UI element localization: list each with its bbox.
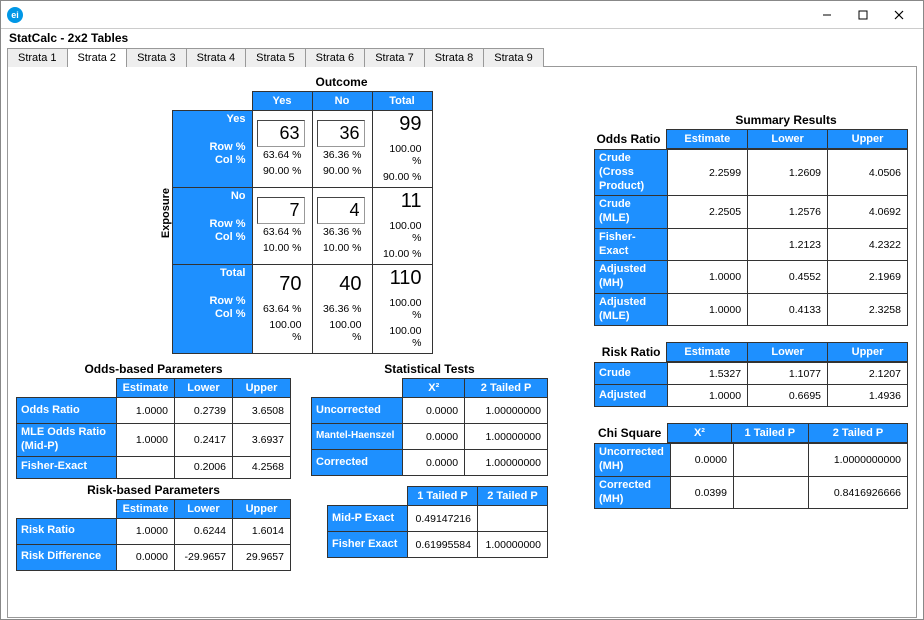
maximize-button[interactable] [845, 2, 881, 28]
row-header-no: No Row % Col % [172, 188, 252, 265]
page-title: StatCalc - 2x2 Tables [1, 29, 923, 47]
cell-no-no[interactable]: 4 [317, 197, 365, 224]
summary-risk-body: Crude 1.5327 1.1077 2.1207 Adjusted 1.00… [594, 362, 908, 407]
table-row: MLE Odds Ratio (Mid-P) 1.0000 0.2417 3.6… [17, 424, 291, 457]
summary-chi-body: Uncorrected (MH) 0.0000 1.0000000000 Cor… [594, 443, 908, 509]
risk-params-table: Estimate Lower Upper Risk Ratio 1.0000 0… [16, 499, 291, 571]
odds-params-table: Estimate Lower Upper Odds Ratio 1.0000 0… [16, 378, 291, 479]
tab-strata-1[interactable]: Strata 1 [7, 48, 68, 67]
table-row: Crude (MLE) 2.2505 1.2576 4.0692 [595, 196, 908, 229]
table-row: Adjusted 1.0000 0.6695 1.4936 [595, 385, 908, 407]
cell-total-yes: 70 [257, 273, 308, 301]
table-row: Mantel-Haenszel 0.0000 1.00000000 [312, 424, 548, 450]
minimize-icon [822, 10, 832, 20]
table-row: Crude (Cross Product) 2.2599 1.2609 4.05… [595, 150, 908, 196]
outcome-label: Outcome [252, 73, 432, 91]
close-button[interactable] [881, 2, 917, 28]
cell-total-no: 40 [317, 273, 368, 301]
table-row: Corrected (MH) 0.0399 0.8416926666 [595, 476, 908, 509]
tab-strata-9[interactable]: Strata 9 [483, 48, 544, 67]
table-row: Uncorrected (MH) 0.0000 1.0000000000 [595, 444, 908, 477]
summary-risk-label: Risk Ratio [594, 342, 666, 359]
close-icon [894, 10, 904, 20]
window: ei StatCalc - 2x2 Tables Strata 1 Strata… [0, 0, 924, 620]
table-row: Odds Ratio 1.0000 0.2739 3.6508 [17, 398, 291, 424]
summary-title: Summary Results [664, 111, 908, 129]
table-row: Risk Difference 0.0000 -29.9657 29.9657 [17, 544, 291, 570]
summary-chi-table: X² 1 Tailed P 2 Tailed P [667, 423, 908, 443]
table-row: Fisher-Exact 1.2123 4.2322 [595, 228, 908, 261]
row-header-yes: Yes Row % Col % [172, 111, 252, 188]
summary-risk-table: Estimate Lower Upper [666, 342, 908, 362]
summary-odds-table: Estimate Lower Upper [666, 129, 908, 149]
table-row: Adjusted (MH) 1.0000 0.4552 2.1969 [595, 261, 908, 294]
cell-yes-yes[interactable]: 63 [257, 120, 305, 147]
odds-params-title: Odds-based Parameters [16, 360, 291, 378]
content: Exposure Outcome Yes No Total [7, 66, 917, 618]
col-header-no: No [312, 92, 372, 111]
col-header-yes: Yes [252, 92, 312, 111]
summary-chi-label: Chi Square [594, 423, 667, 440]
table-row: Crude 1.5327 1.1077 2.1207 [595, 363, 908, 385]
table-row: Risk Ratio 1.0000 0.6244 1.6014 [17, 518, 291, 544]
cell-yes-total: 99 [377, 113, 428, 141]
app-icon: ei [7, 7, 23, 23]
two-by-two-table: Yes No Total Yes Row % Col % [172, 91, 433, 354]
tab-strata-6[interactable]: Strata 6 [305, 48, 366, 67]
exposure-label: Exposure [160, 188, 172, 238]
cell-no-yes[interactable]: 7 [257, 197, 305, 224]
tab-strata-3[interactable]: Strata 3 [126, 48, 187, 67]
stat-tests-table: X² 2 Tailed P Uncorrected 0.0000 1.00000… [311, 378, 548, 476]
maximize-icon [858, 10, 868, 20]
table-row: Adjusted (MLE) 1.0000 0.4133 2.3258 [595, 293, 908, 326]
cell-no-total: 11 [377, 190, 428, 218]
cell-total-total: 110 [377, 267, 428, 295]
summary-odds-body: Crude (Cross Product) 2.2599 1.2609 4.05… [594, 149, 908, 326]
summary-odds-label: Odds Ratio [594, 129, 666, 146]
tab-strata-5[interactable]: Strata 5 [245, 48, 306, 67]
tab-strata-4[interactable]: Strata 4 [186, 48, 247, 67]
table-row: Fisher-Exact 0.2006 4.2568 [17, 456, 291, 478]
stat-tests-title: Statistical Tests [311, 360, 548, 378]
tab-strata-2[interactable]: Strata 2 [67, 48, 128, 67]
cell-yes-no[interactable]: 36 [317, 120, 365, 147]
row-header-total: Total Row % Col % [172, 265, 252, 354]
col-header-total: Total [372, 92, 432, 111]
table-row: Fisher Exact 0.61995584 1.00000000 [328, 532, 548, 558]
risk-params-title: Risk-based Parameters [16, 481, 291, 499]
table-row: Uncorrected 0.0000 1.00000000 [312, 398, 548, 424]
tabbar: Strata 1 Strata 2 Strata 3 Strata 4 Stra… [1, 47, 923, 66]
exact-tests-table: 1 Tailed P 2 Tailed P Mid-P Exact 0.4914… [327, 486, 548, 558]
table-row: Corrected 0.0000 1.00000000 [312, 450, 548, 476]
table-row: Mid-P Exact 0.49147216 [328, 506, 548, 532]
tab-strata-7[interactable]: Strata 7 [364, 48, 425, 67]
titlebar: ei [1, 1, 923, 29]
tab-strata-8[interactable]: Strata 8 [424, 48, 485, 67]
minimize-button[interactable] [809, 2, 845, 28]
